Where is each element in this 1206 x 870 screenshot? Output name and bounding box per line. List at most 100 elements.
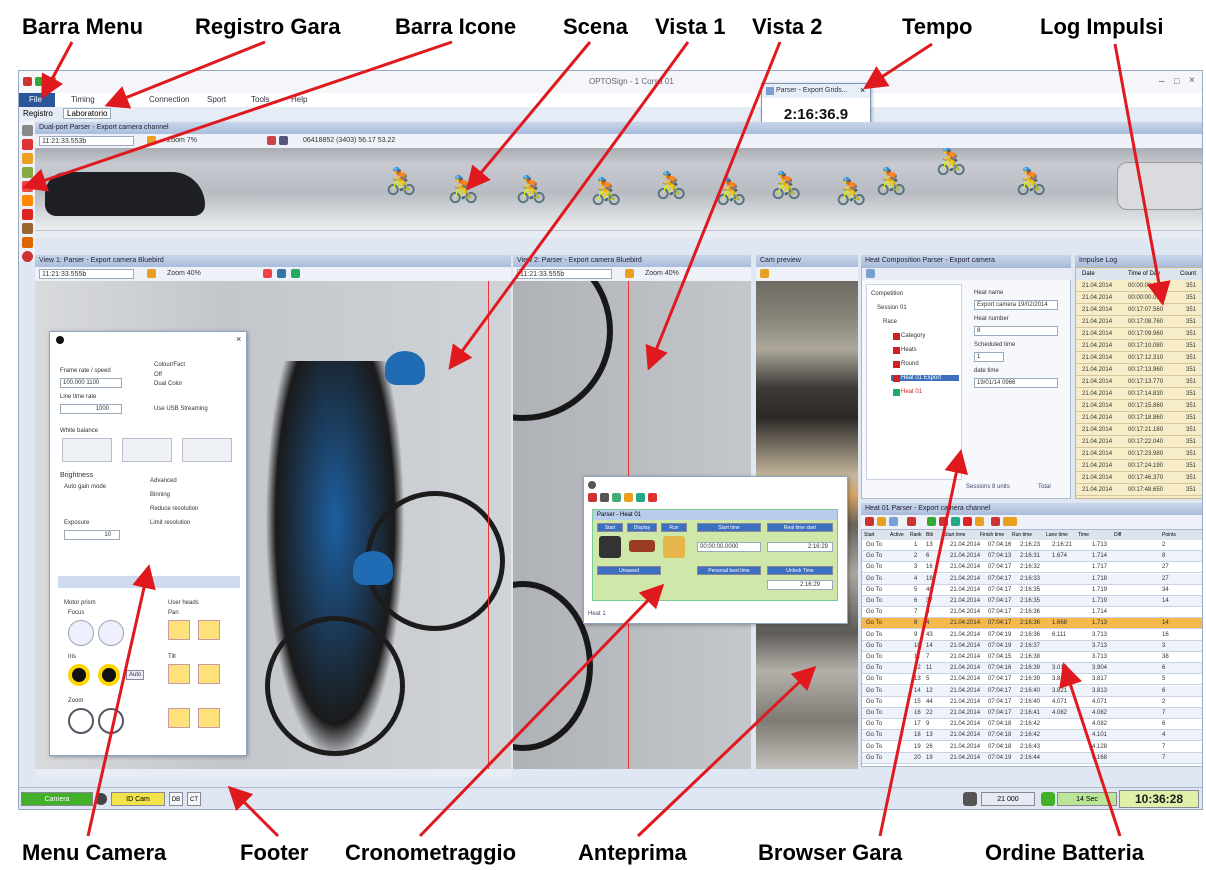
order-delete-icon[interactable] (865, 517, 874, 526)
log-row[interactable]: 21.04.2014 00:17:46.370 351 (1076, 472, 1202, 484)
order-row[interactable]: Go To 3 16 21.04.2014 07:04:17 2:16:32 1.717 27 (862, 562, 1202, 574)
print-icon[interactable] (22, 125, 33, 136)
language-icon[interactable] (22, 237, 33, 248)
log-row[interactable]: 21.04.2014 00:17:08.760 351 (1076, 316, 1202, 328)
tree-competition[interactable]: Competition (871, 291, 903, 297)
tree-heat-export[interactable]: Heat 01 Export (891, 375, 959, 381)
reduce-res-checkbox[interactable]: Reduce resolution (150, 506, 198, 512)
colour-opt-off[interactable]: Off (154, 372, 162, 378)
tilt-up-icon[interactable] (168, 664, 190, 684)
menu-file[interactable]: File (29, 95, 42, 104)
crono-start-icon[interactable] (599, 536, 621, 558)
minimize-icon[interactable]: – (1159, 76, 1165, 87)
order-col-header[interactable]: Start (864, 530, 875, 540)
menu-sport[interactable]: Sport (207, 95, 226, 104)
scene-image[interactable]: 🚴 🚴 🚴 🚴 🚴 🚴 🚴 🚴 🚴 🚴 🚴 (35, 148, 1202, 230)
log-row[interactable]: 21.04.2014 00:17:09.960 351 (1076, 328, 1202, 340)
order-row[interactable]: Go To 2 6 21.04.2014 07:04:13 2:16:31 1.674 1.7… (862, 551, 1202, 563)
crono-run-icon[interactable] (612, 493, 621, 502)
white-balance-button[interactable] (62, 438, 112, 462)
order-row[interactable]: Go To 4 18 21.04.2014 07:04:17 2:16:33 1.718 27 (862, 573, 1202, 585)
order-row[interactable]: Go To 16 22 21.04.2014 07:04:17 2:16:41 4.082 4… (862, 708, 1202, 719)
close-icon[interactable]: × (1189, 75, 1195, 86)
auto-gain-checkbox[interactable]: Auto gain mode (64, 484, 106, 490)
zoom-in-icon[interactable] (98, 708, 124, 734)
crono-run-mark-icon[interactable] (663, 536, 685, 558)
order-col-header[interactable]: Active (890, 530, 904, 540)
vista1-snapshot-icon[interactable] (147, 269, 156, 278)
log-col-time[interactable]: Time of Day (1128, 268, 1160, 280)
order-col-header[interactable]: Bib (926, 530, 933, 540)
crono-start-field[interactable]: 00:00:00.0000 (697, 542, 761, 552)
log-col-count[interactable]: Count (1180, 268, 1196, 280)
limit-res-checkbox[interactable]: Limit resolution (150, 520, 190, 526)
pan-right-icon[interactable] (198, 620, 220, 640)
help-icon[interactable] (22, 251, 33, 262)
order-print-icon[interactable] (1003, 517, 1017, 526)
order-col-header[interactable]: Time (1078, 530, 1089, 540)
order-row[interactable]: Go To 14 12 21.04.2014 07:04:17 2:16:40 3.821 3… (862, 685, 1202, 697)
focus-far-icon[interactable] (98, 620, 124, 646)
order-row[interactable]: Go To 15 44 21.04.2014 07:04:17 2:16:40 4.071 4… (862, 697, 1202, 708)
order-row[interactable]: Go To 8 4 21.04.2014 07:04:17 2:16:36 1.668 1.7… (862, 618, 1202, 630)
vista1-time-field[interactable]: 11:21:33.555b (39, 269, 134, 279)
footer-camera[interactable]: Camera (21, 792, 93, 806)
order-refresh-icon[interactable] (951, 517, 960, 526)
order-row[interactable]: Go To 10 14 21.04.2014 07:04:19 2:16:37 3.713 3 (862, 640, 1202, 652)
browser-total[interactable]: Total (1038, 484, 1051, 490)
tempo-close-icon[interactable]: × (860, 85, 865, 95)
use-usb-checkbox[interactable]: Use USB Streaming (154, 406, 208, 412)
log-row[interactable]: 21.04.2014 00:17:10.080 351 (1076, 340, 1202, 352)
log-col-date[interactable]: Date (1082, 268, 1095, 280)
order-row[interactable]: Go To 17 9 21.04.2014 07:04:18 2:16:42 4.082 6 (862, 719, 1202, 731)
line-rate-field[interactable]: 1000 (60, 404, 122, 414)
order-clear-icon[interactable] (991, 517, 1000, 526)
order-col-header[interactable]: Finish time (980, 530, 1004, 540)
log-row[interactable]: 21.04.2014 00:00:00.000 351 (1076, 292, 1202, 304)
order-flag-icon[interactable] (963, 517, 972, 526)
log-row[interactable]: 21.04.2014 00:17:18.860 351 (1076, 412, 1202, 424)
scene-time-field[interactable]: 11:21:33.553b (39, 136, 134, 146)
heat-name-field[interactable]: Export camera 19/02/2014 (974, 300, 1058, 310)
scene-scrollbar[interactable] (35, 230, 1202, 238)
tilt-down-icon[interactable] (198, 664, 220, 684)
log-row[interactable]: 21.04.2014 00:17:22.040 351 (1076, 436, 1202, 448)
crono-display-icon[interactable] (629, 540, 655, 552)
log-row[interactable]: 21.04.2014 00:17:23.980 351 (1076, 448, 1202, 460)
order-col-header[interactable]: Diff (1114, 530, 1121, 540)
log-row[interactable]: 21.04.2014 00:17:07.560 351 (1076, 304, 1202, 316)
heat-number-field[interactable]: 8 (974, 326, 1058, 336)
registro-tab[interactable]: Laboratorio (63, 108, 112, 119)
order-row[interactable]: Go To 11 7 21.04.2014 07:04:15 2:16:38 3.713 38 (862, 652, 1202, 663)
vista1-marker-icon[interactable] (263, 269, 272, 278)
order-col-header[interactable]: Points (1162, 530, 1176, 540)
exposure-field[interactable]: 10 (64, 530, 120, 540)
footer-db-button[interactable]: DB (169, 792, 183, 806)
focus-near-icon[interactable] (68, 620, 94, 646)
flag-icon[interactable] (22, 209, 33, 220)
order-col-header[interactable]: Rank (910, 530, 922, 540)
crono-rec-icon[interactable] (588, 493, 597, 502)
order-col-header[interactable]: Run time (1012, 530, 1032, 540)
roll-right-icon[interactable] (198, 708, 220, 728)
vista1-zoom[interactable]: Zoom 40% (167, 267, 201, 281)
crono-flag-icon[interactable] (624, 493, 633, 502)
log-row[interactable]: 21.04.2014 00:17:15.860 351 (1076, 400, 1202, 412)
order-add-icon[interactable] (927, 517, 936, 526)
preview-snapshot-icon[interactable] (760, 269, 769, 278)
order-remove-icon[interactable] (939, 517, 948, 526)
menu-timing[interactable]: Timing (71, 95, 95, 104)
refresh-icon[interactable] (22, 167, 33, 178)
crono-real-field[interactable]: 2:16:29 (767, 542, 833, 552)
frame-rate-field[interactable]: 100.000 1100 (60, 378, 122, 388)
camera-icon[interactable] (22, 195, 33, 206)
order-row[interactable]: Go To 6 37 21.04.2014 07:04:17 2:16:35 1.719 14 (862, 596, 1202, 607)
order-row[interactable]: Go To 7 8 21.04.2014 07:04:17 2:16:36 1.714 (862, 607, 1202, 619)
iris-open-icon[interactable] (98, 664, 120, 686)
log-row[interactable]: 21.04.2014 00:00:00.000 351 (1076, 280, 1202, 292)
iris-auto-button[interactable]: Auto (126, 670, 145, 680)
zoom-out-icon[interactable] (68, 708, 94, 734)
order-row[interactable]: Go To 5 40 21.04.2014 07:04:17 2:16:35 1.719 34 (862, 585, 1202, 596)
scene-cursor-icon[interactable] (279, 136, 288, 145)
menu-help[interactable]: Help (291, 95, 307, 104)
